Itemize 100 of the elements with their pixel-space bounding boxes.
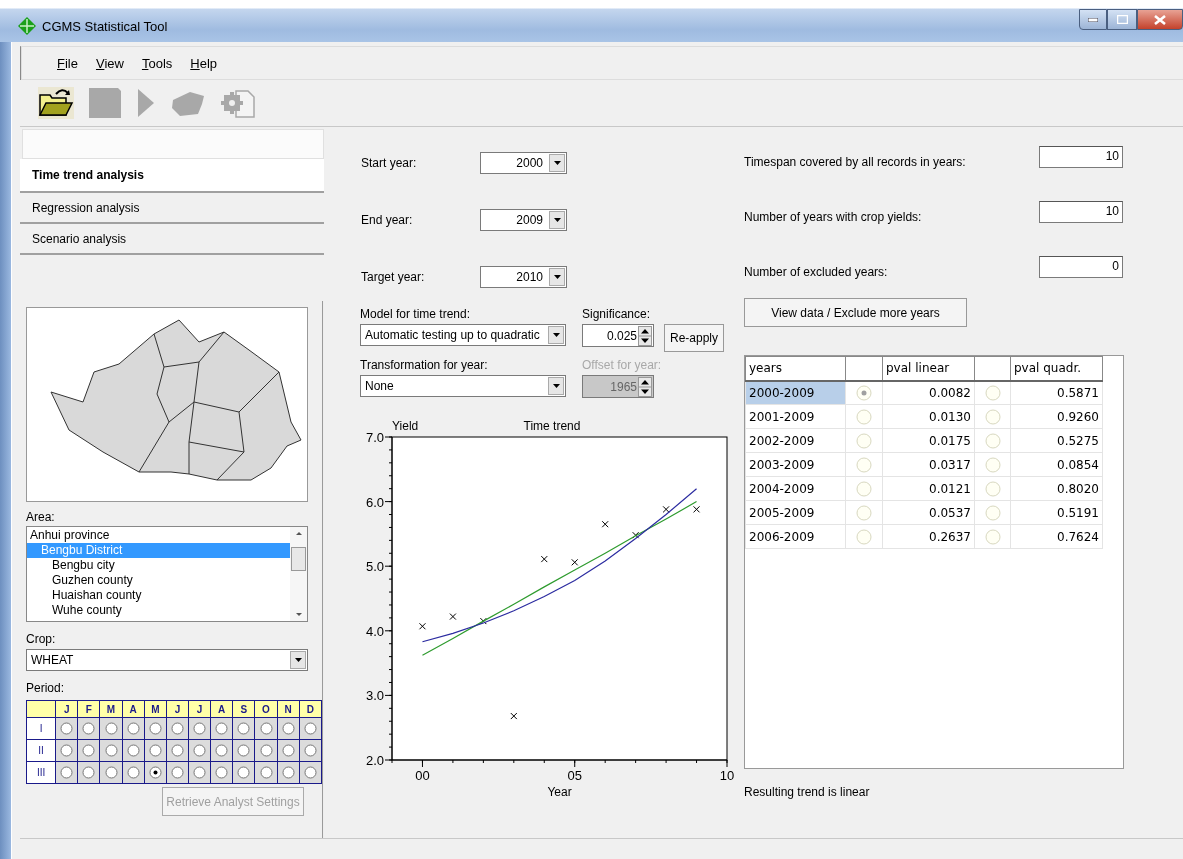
radio-button[interactable] — [215, 766, 229, 779]
radio-button[interactable] — [170, 766, 184, 779]
year-dropdown[interactable]: 2000 — [480, 151, 567, 174]
radio-button[interactable] — [215, 744, 229, 757]
reapply-button[interactable]: Re-apply — [664, 324, 725, 352]
table-cell[interactable]: 2006-2009 — [745, 524, 846, 549]
table-cell: 0.5191 — [1010, 500, 1103, 525]
number-field[interactable]: 0 — [1039, 256, 1123, 278]
scrollbar[interactable] — [290, 527, 307, 621]
crop-dropdown[interactable]: WHEAT — [26, 649, 308, 671]
result-text: Resulting trend is linear — [744, 785, 871, 799]
radio-button[interactable] — [237, 766, 251, 779]
radio-button[interactable] — [60, 766, 74, 779]
significance-spin-field[interactable]: 0.025 — [582, 324, 654, 347]
table-cell[interactable]: 2000-2009 — [745, 380, 846, 405]
table-cell[interactable]: 2001-2009 — [745, 404, 846, 429]
menu-item[interactable]: Tools — [132, 55, 182, 71]
table-cell: 0.0175 — [882, 428, 975, 453]
radio-button[interactable] — [281, 722, 295, 735]
table-cell: 0.5871 — [1010, 380, 1103, 405]
data-point-marker — [571, 558, 579, 566]
radio-button[interactable] — [259, 744, 273, 757]
radio-button[interactable] — [126, 744, 140, 757]
caret-icon — [294, 658, 302, 662]
list-item[interactable]: Guzhen county — [27, 573, 290, 588]
radio-button[interactable] — [104, 722, 118, 735]
radio-button[interactable] — [148, 722, 162, 735]
month-header: J — [55, 700, 78, 718]
radio-button[interactable] — [60, 722, 74, 735]
tick-label: 3.0 — [365, 688, 384, 704]
chart-title: Time trend — [523, 419, 581, 433]
data-point-marker — [418, 622, 426, 630]
list-item[interactable]: Anhui province — [27, 528, 290, 543]
transformation-dropdown[interactable]: None — [360, 375, 566, 397]
table-cell[interactable]: 2005-2009 — [745, 500, 846, 525]
radio-button[interactable] — [104, 766, 118, 779]
maximize-button[interactable] — [1107, 9, 1137, 30]
month-header: S — [232, 700, 255, 718]
number-field[interactable]: 10 — [1039, 201, 1123, 223]
radio-button[interactable] — [193, 722, 207, 735]
radio-button[interactable] — [259, 766, 273, 779]
menu-item[interactable]: Help — [181, 55, 227, 71]
radio-button[interactable] — [104, 744, 118, 757]
open-folder-icon[interactable] — [38, 87, 74, 119]
menu-item[interactable]: View — [86, 55, 133, 71]
month-header: N — [277, 700, 300, 718]
tick-label: 2.0 — [365, 753, 384, 768]
table-cell[interactable]: 2004-2009 — [745, 476, 846, 501]
radio-button[interactable] — [126, 766, 140, 779]
close-button[interactable] — [1137, 9, 1183, 30]
menu-item[interactable]: File — [48, 55, 87, 71]
radio-button[interactable] — [193, 744, 207, 757]
tick-label: 6.0 — [365, 494, 384, 510]
year-dropdown[interactable]: 2010 — [480, 265, 567, 288]
list-item[interactable]: Huaishan county — [27, 588, 290, 603]
radio-button[interactable] — [303, 744, 317, 757]
radio-button[interactable] — [281, 766, 295, 779]
axis-title: Yield — [392, 419, 419, 433]
area-list[interactable]: Anhui province Bengbu District Bengbu city Guzhen county Huaishan county Wuhe county — [26, 526, 308, 622]
radio-button[interactable] — [82, 722, 96, 735]
radio-button[interactable] — [237, 722, 251, 735]
row-header: I — [26, 717, 56, 740]
sidebar-tab[interactable]: Time trend analysis — [20, 159, 324, 193]
minimize-button[interactable] — [1079, 9, 1107, 30]
radio-button[interactable] — [148, 744, 162, 757]
table-cell: 0.8020 — [1010, 476, 1103, 501]
scroll-thumb[interactable] — [291, 547, 306, 571]
list-item[interactable]: Wuhe county — [27, 603, 290, 618]
radio-button[interactable] — [82, 744, 96, 757]
tick-label: 7.0 — [365, 430, 384, 445]
radio-button[interactable] — [82, 766, 96, 779]
table-cell[interactable]: 2002-2009 — [745, 428, 846, 453]
table-cell: 0.0121 — [882, 476, 975, 501]
radio-button[interactable] — [193, 766, 207, 779]
minimize-icon — [1088, 17, 1098, 22]
radio-button[interactable] — [303, 722, 317, 735]
list-item[interactable]: Bengbu city — [27, 558, 290, 573]
field-label: Significance: — [582, 307, 652, 321]
data-point-marker — [662, 505, 670, 513]
stepper-icon[interactable] — [638, 325, 652, 346]
year-dropdown[interactable]: 2009 — [480, 208, 567, 231]
data-point-marker — [540, 555, 548, 563]
radio-button[interactable] — [281, 744, 295, 757]
radio-button[interactable] — [303, 766, 317, 779]
radio-button[interactable] — [170, 722, 184, 735]
table-cell: 0.9260 — [1010, 404, 1103, 429]
field-label: Area: — [26, 510, 56, 524]
table-cell[interactable]: 2003-2009 — [745, 452, 846, 477]
model-dropdown[interactable]: Automatic testing up to quadratic — [360, 324, 566, 346]
radio-button[interactable] — [259, 722, 273, 735]
radio-button[interactable] — [170, 744, 184, 757]
data-point-marker — [693, 505, 701, 513]
view-data-button[interactable]: View data / Exclude more years — [744, 298, 967, 327]
radio-button[interactable] — [60, 744, 74, 757]
radio-button[interactable] — [148, 766, 162, 779]
radio-button[interactable] — [126, 722, 140, 735]
radio-button[interactable] — [215, 722, 229, 735]
tick-label: 5.0 — [365, 559, 384, 575]
number-field[interactable]: 10 — [1039, 146, 1123, 168]
radio-button[interactable] — [237, 744, 251, 757]
